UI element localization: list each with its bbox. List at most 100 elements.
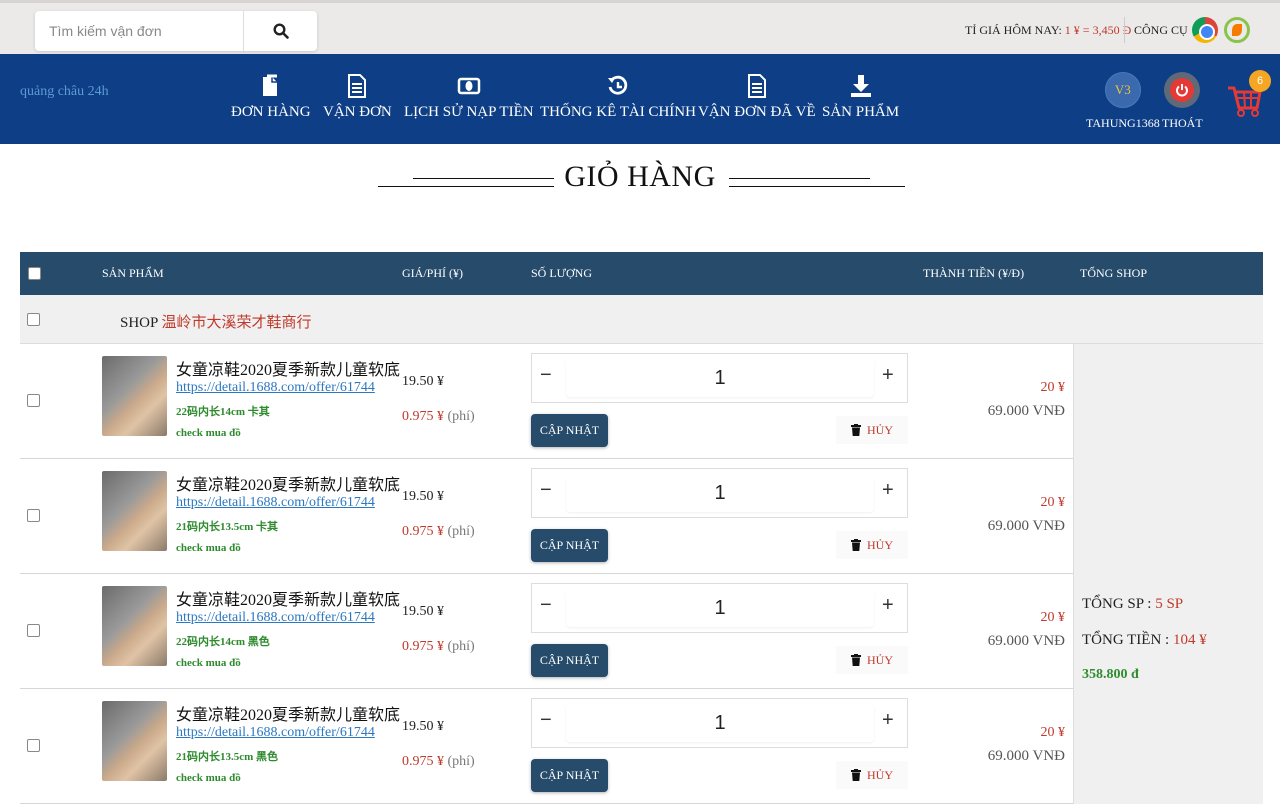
item-amount-vnd: 69.000 VNĐ: [987, 748, 1065, 764]
product-thumbnail[interactable]: [102, 701, 167, 781]
product-check-note: check mua đồ: [176, 542, 241, 554]
increase-button[interactable]: +: [882, 594, 894, 617]
decrease-button[interactable]: −: [540, 594, 552, 617]
update-button[interactable]: CẬP NHẬT: [531, 529, 608, 562]
shop-prefix: SHOP: [120, 315, 158, 331]
cart-item-row: 女童凉鞋2020夏季新款儿童软底 https://detail.1688.com…: [20, 574, 1073, 689]
product-link[interactable]: https://detail.1688.com/offer/61744: [176, 610, 375, 626]
total-items-label: TỔNG SP :: [1082, 596, 1152, 612]
delete-label: HỦY: [867, 422, 893, 437]
quantity-stepper: − 1 +: [531, 698, 908, 748]
item-fee-value: 0.975 ¥: [402, 639, 444, 654]
nav-products[interactable]: SẢN PHẨM: [822, 74, 899, 121]
product-variant: 22码内长14cm 黑色: [176, 636, 270, 648]
shop-label: SHOP 温岭市大溪荣才鞋商行: [120, 311, 312, 332]
quantity-stepper: − 1 +: [531, 353, 908, 403]
money-icon: [457, 77, 481, 95]
product-link[interactable]: https://detail.1688.com/offer/61744: [176, 380, 375, 396]
quantity-input[interactable]: 1: [566, 589, 874, 627]
nav-shipments[interactable]: VẬN ĐƠN: [323, 74, 392, 121]
search-button[interactable]: [243, 11, 317, 51]
product-check-note: check mua đồ: [176, 657, 241, 669]
item-checkbox[interactable]: [27, 509, 40, 522]
item-checkbox[interactable]: [27, 739, 40, 752]
shop-row: SHOP 温岭市大溪荣才鞋商行: [20, 295, 1263, 344]
item-amount-vnd: 69.000 VNĐ: [987, 403, 1065, 419]
product-thumbnail[interactable]: [102, 471, 167, 551]
quantity-input[interactable]: 1: [566, 359, 874, 397]
item-amount: 20 ¥: [1040, 495, 1066, 510]
username: TAHUNG1368: [1086, 116, 1160, 130]
update-button[interactable]: CẬP NHẬT: [531, 644, 608, 677]
quantity-stepper: − 1 +: [531, 468, 908, 518]
cart-item-row: 女童凉鞋2020夏季新款儿童软底 https://detail.1688.com…: [20, 459, 1073, 574]
nav-products-label: SẢN PHẨM: [822, 104, 900, 120]
tools-label[interactable]: CÔNG CỤ: [1134, 23, 1188, 38]
update-button[interactable]: CẬP NHẬT: [531, 759, 608, 792]
decrease-button[interactable]: −: [540, 364, 552, 387]
update-button[interactable]: CẬP NHẬT: [531, 414, 608, 447]
trash-icon: [851, 539, 861, 551]
shop-name[interactable]: 温岭市大溪荣才鞋商行: [162, 315, 312, 331]
fee-suffix: (phí): [447, 409, 475, 424]
item-amount: 20 ¥: [1040, 610, 1066, 625]
power-icon: [1170, 78, 1195, 102]
item-amount-vnd: 69.000 VNĐ: [987, 633, 1065, 649]
increase-button[interactable]: +: [882, 364, 894, 387]
exchange-rate: TỈ GIÁ HÔM NAY: 1 ¥ = 3,450 Đ: [965, 23, 1131, 38]
total-items: TỔNG SP : 5 SP: [1082, 596, 1183, 613]
user-account[interactable]: V3 TAHUNG1368: [1086, 72, 1160, 131]
product-link[interactable]: https://detail.1688.com/offer/61744: [176, 495, 375, 511]
search-box: [35, 11, 317, 51]
nav-topup-history[interactable]: LỊCH SỬ NẠP TIỀN: [404, 74, 534, 121]
delete-button[interactable]: HỦY: [836, 761, 908, 789]
product-name: 女童凉鞋2020夏季新款儿童软底: [176, 362, 401, 379]
delete-label: HỦY: [867, 537, 893, 552]
product-variant: 22码内长14cm 卡其: [176, 406, 270, 418]
increase-button[interactable]: +: [882, 709, 894, 732]
item-fee-value: 0.975 ¥: [402, 524, 444, 539]
trash-icon: [851, 654, 861, 666]
item-fee: 0.975 ¥ (phí): [402, 639, 475, 655]
increase-button[interactable]: +: [882, 479, 894, 502]
delete-button[interactable]: HỦY: [836, 646, 908, 674]
item-checkbox[interactable]: [27, 394, 40, 407]
extension-icon[interactable]: [1224, 17, 1250, 43]
item-fee: 0.975 ¥ (phí): [402, 524, 475, 540]
nav-shipments-label: VẬN ĐƠN: [323, 104, 392, 120]
table-header: SẢN PHẨM GIÁ/PHÍ (¥) SỐ LƯỢNG THÀNH TIỀN…: [20, 252, 1263, 295]
fee-suffix: (phí): [447, 524, 475, 539]
logout-button[interactable]: THOÁT: [1162, 72, 1203, 131]
delete-button[interactable]: HỦY: [836, 531, 908, 559]
chrome-icon[interactable]: [1192, 17, 1218, 43]
total-items-value: 5 SP: [1155, 596, 1184, 612]
nav-arrived-shipments-label: VẬN ĐƠN ĐÃ VỀ: [698, 104, 816, 120]
item-checkbox[interactable]: [27, 624, 40, 637]
fee-suffix: (phí): [447, 639, 475, 654]
item-fee-value: 0.975 ¥: [402, 754, 444, 769]
decrease-button[interactable]: −: [540, 479, 552, 502]
select-all-checkbox[interactable]: [28, 267, 41, 280]
total-money: TỔNG TIỀN : 104 ¥: [1082, 632, 1207, 649]
nav-orders[interactable]: ĐƠN HÀNG: [231, 74, 311, 121]
header-shop-total: TỔNG SHOP: [1080, 266, 1148, 280]
decrease-button[interactable]: −: [540, 709, 552, 732]
quantity-input[interactable]: 1: [566, 474, 874, 512]
user-level-badge: V3: [1104, 72, 1141, 108]
search-input[interactable]: [35, 11, 243, 51]
product-thumbnail[interactable]: [102, 586, 167, 666]
logo[interactable]: quảng châu 24h: [20, 84, 109, 100]
divider: [1124, 17, 1125, 43]
fee-suffix: (phí): [447, 754, 475, 769]
nav-finance-stats[interactable]: THỐNG KÊ TÀI CHÍNH: [540, 74, 696, 121]
product-check-note: check mua đồ: [176, 772, 241, 784]
product-link[interactable]: https://detail.1688.com/offer/61744: [176, 725, 375, 741]
product-variant: 21码内长13.5cm 卡其: [176, 521, 279, 533]
shop-checkbox[interactable]: [27, 313, 40, 326]
product-thumbnail[interactable]: [102, 356, 167, 436]
nav-arrived-shipments[interactable]: VẬN ĐƠN ĐÃ VỀ: [698, 74, 816, 121]
delete-button[interactable]: HỦY: [836, 416, 908, 444]
quantity-input[interactable]: 1: [566, 704, 874, 742]
product-check-note: check mua đồ: [176, 427, 241, 439]
item-amount: 20 ¥: [1040, 380, 1066, 395]
